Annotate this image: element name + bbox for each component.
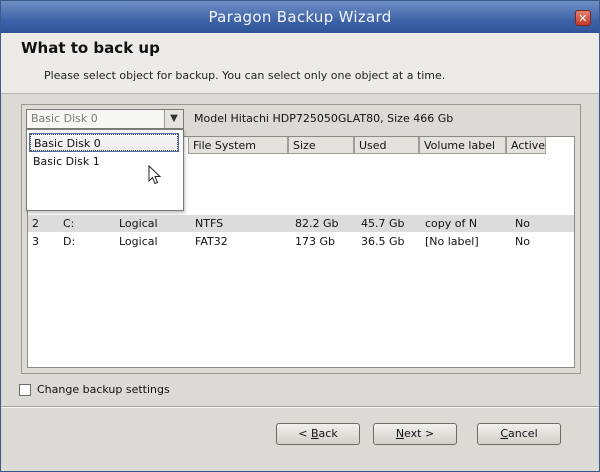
column-header-active[interactable]: Active: [506, 137, 546, 154]
row-file-system: NTFS: [195, 217, 224, 230]
disk-model-info: Model Hitachi HDP725050GLAT80, Size 466 …: [194, 112, 454, 125]
disk-select-value: Basic Disk 0: [31, 112, 98, 125]
dropdown-option-basic-disk-0[interactable]: Basic Disk 0: [29, 133, 179, 152]
column-header-used[interactable]: Used: [354, 137, 419, 154]
change-backup-settings-label: Change backup settings: [37, 383, 170, 396]
disk-select[interactable]: Basic Disk 0 ▼: [26, 109, 184, 129]
row-type: Logical: [119, 217, 158, 230]
column-header-size[interactable]: Size: [288, 137, 354, 154]
row-active: No: [515, 235, 530, 248]
back-button[interactable]: < Back: [276, 423, 360, 445]
titlebar: Paragon Backup Wizard ✕: [1, 1, 599, 33]
wizard-window: Paragon Backup Wizard ✕ What to back up …: [0, 0, 600, 472]
close-icon[interactable]: ✕: [575, 10, 591, 26]
page-title: What to back up: [21, 39, 160, 57]
row-active: No: [515, 217, 530, 230]
row-drive: D:: [63, 235, 76, 248]
change-backup-settings-checkbox[interactable]: [19, 384, 31, 396]
cancel-button[interactable]: Cancel: [477, 423, 561, 445]
row-type: Logical: [119, 235, 158, 248]
column-header-volume-label[interactable]: Volume label: [419, 137, 506, 154]
table-row[interactable]: 2 C: Logical NTFS 82.2 Gb 45.7 Gb copy o…: [28, 215, 574, 232]
next-button[interactable]: Next >: [373, 423, 457, 445]
mouse-cursor-icon: [148, 165, 162, 185]
row-file-system: FAT32: [195, 235, 228, 248]
footer-separator: [1, 406, 599, 408]
row-drive: C:: [63, 217, 75, 230]
row-used: 45.7 Gb: [361, 217, 405, 230]
column-header-file-system[interactable]: File System: [188, 137, 288, 154]
row-used: 36.5 Gb: [361, 235, 405, 248]
row-size: 82.2 Gb: [295, 217, 339, 230]
table-row[interactable]: 3 D: Logical FAT32 173 Gb 36.5 Gb [No la…: [28, 233, 574, 250]
row-size: 173 Gb: [295, 235, 335, 248]
wizard-header: What to back up Please select object for…: [1, 33, 599, 94]
row-number: 3: [32, 235, 39, 248]
row-volume-label: copy of N: [425, 217, 478, 230]
window-title: Paragon Backup Wizard: [208, 8, 392, 26]
chevron-down-icon[interactable]: ▼: [164, 110, 183, 128]
page-subtitle: Please select object for backup. You can…: [44, 69, 446, 82]
row-volume-label: [No label]: [425, 235, 479, 248]
row-number: 2: [32, 217, 39, 230]
